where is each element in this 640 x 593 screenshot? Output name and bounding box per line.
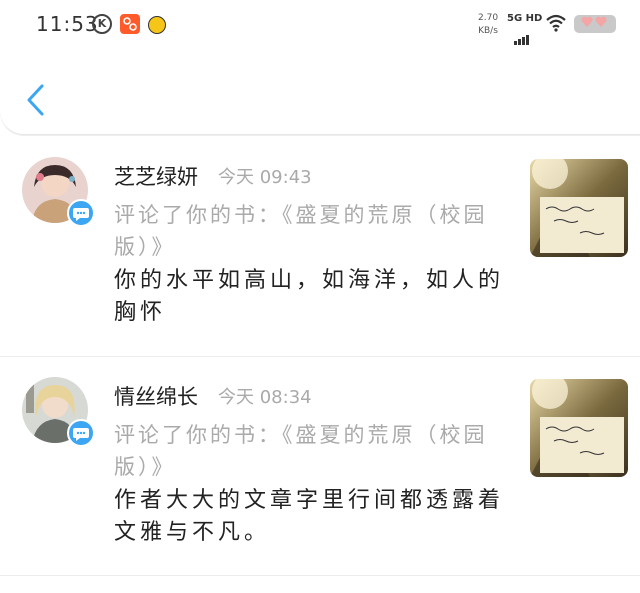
comment-bubble-icon bbox=[67, 419, 95, 447]
wifi-icon bbox=[546, 14, 566, 32]
book-thumbnail[interactable] bbox=[530, 159, 628, 257]
comment-action: 评论了你的书：《盛夏的荒原（校园版）》 bbox=[114, 203, 488, 259]
signal-icon bbox=[514, 26, 530, 45]
comment-item[interactable]: 芝芝绿妍 今天 09:43 评论了你的书：《盛夏的荒原（校园版）》 你的水平如高… bbox=[0, 137, 640, 357]
back-button[interactable] bbox=[22, 82, 50, 118]
username[interactable]: 情丝绵长 bbox=[114, 381, 198, 411]
header-bar bbox=[0, 50, 640, 135]
status-bar: 11:53 K 2.70 KB/s 5G HD bbox=[0, 0, 640, 50]
comment-text: 你的水平如高山，如海洋，如人的胸怀 bbox=[114, 268, 505, 325]
battery-icon bbox=[574, 15, 616, 33]
orange-app-icon bbox=[120, 14, 140, 34]
k-circle-icon: K bbox=[92, 14, 112, 34]
comment-action: 评论了你的书：《盛夏的荒原（校园版）》 bbox=[114, 423, 488, 479]
comment-item[interactable]: 情丝绵长 今天 08:34 评论了你的书：《盛夏的荒原（校园版）》 作者大大的文… bbox=[0, 357, 640, 577]
comment-time: 今天 09:43 bbox=[218, 167, 312, 188]
book-thumbnail[interactable] bbox=[530, 379, 628, 477]
bot-icon bbox=[148, 16, 166, 34]
comment-text: 作者大大的文章字里行间都透露着文雅与不凡。 bbox=[114, 488, 505, 545]
network-speed-unit: KB/s bbox=[478, 26, 498, 36]
comment-bubble-icon bbox=[67, 199, 95, 227]
network-speed-value: 2.70 bbox=[478, 13, 499, 23]
network-type: 5G HD bbox=[507, 13, 543, 24]
status-time: 11:53 bbox=[36, 12, 99, 36]
comment-time: 今天 08:34 bbox=[218, 387, 312, 408]
username[interactable]: 芝芝绿妍 bbox=[114, 161, 198, 191]
divider bbox=[0, 575, 640, 576]
network-speed: 2.70 KB/s bbox=[478, 12, 498, 38]
chevron-left-icon bbox=[27, 84, 44, 116]
